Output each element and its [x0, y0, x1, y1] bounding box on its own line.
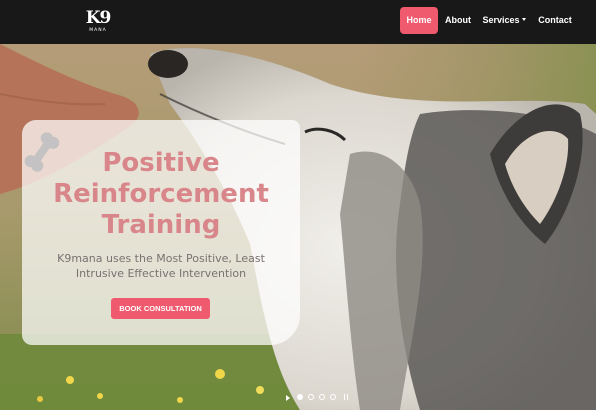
navbar: K9 MANA Home About Services Contact: [0, 0, 596, 44]
hero-card: Positive Reinforcement Training K9mana u…: [22, 120, 300, 345]
carousel-dot-4[interactable]: [330, 394, 336, 400]
brand-logo[interactable]: K9 MANA: [82, 8, 114, 36]
hero-title-line2: Reinforcement: [53, 179, 269, 209]
play-icon[interactable]: [286, 395, 290, 401]
carousel-dot-2[interactable]: [308, 394, 314, 400]
carousel-dot-3[interactable]: [319, 394, 325, 400]
logo-text: K9: [85, 8, 112, 28]
hero-carousel: Positive Reinforcement Training K9mana u…: [0, 44, 596, 410]
hero-title-line3: Training: [101, 210, 221, 240]
pause-icon[interactable]: [344, 394, 348, 400]
nav-contact-label: Contact: [538, 15, 572, 25]
carousel-controls: [282, 393, 352, 405]
nav-about-label: About: [445, 15, 471, 25]
nav-home-label: Home: [406, 15, 432, 25]
hero-title-line1: Positive: [102, 148, 220, 178]
carousel-dot-1[interactable]: [297, 394, 303, 400]
caret-down-icon: [521, 18, 526, 21]
nav-about[interactable]: About: [442, 7, 474, 34]
hero-subtitle: K9mana uses the Most Positive, Least Int…: [57, 252, 265, 280]
hero-title: Positive Reinforcement Training: [22, 148, 300, 241]
logo-subtext: MANA: [89, 28, 107, 33]
nav-services-dropdown[interactable]: Services: [482, 7, 526, 34]
nav-home[interactable]: Home: [400, 7, 438, 34]
nav-contact[interactable]: Contact: [535, 7, 575, 34]
book-consultation-button[interactable]: BOOK CONSULTATION: [111, 298, 210, 319]
nav-services-label: Services: [482, 15, 520, 25]
